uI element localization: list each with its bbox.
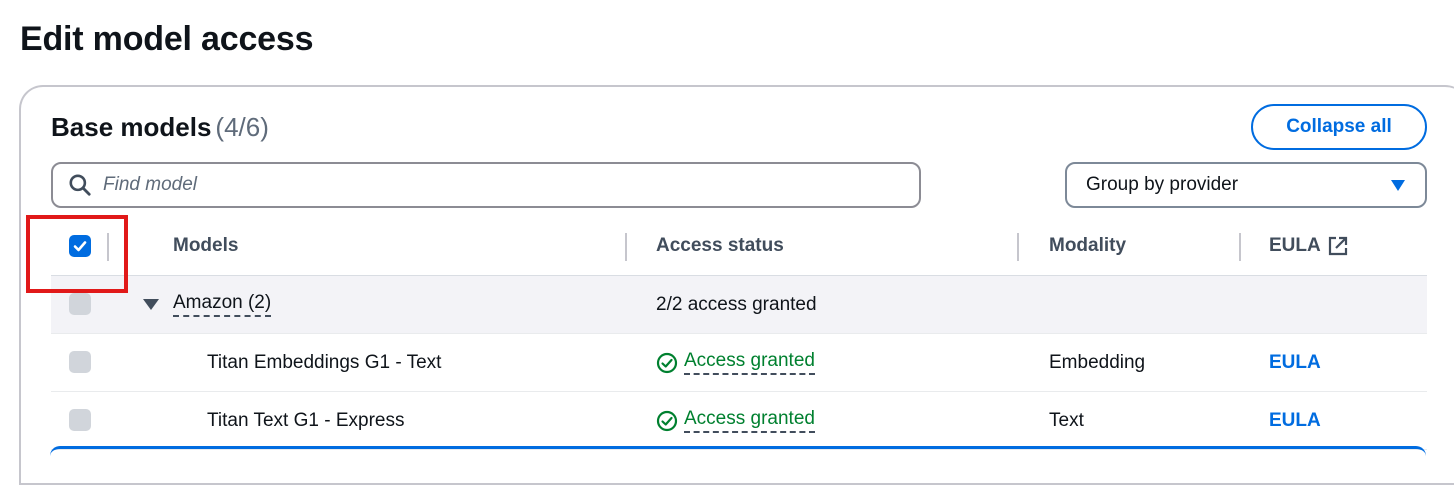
collapse-all-button[interactable]: Collapse all [1251, 104, 1427, 150]
group-checkbox [69, 293, 91, 315]
model-name: Titan Text G1 - Express [207, 409, 405, 431]
section-title-text: Base models [51, 112, 212, 142]
search-icon [69, 174, 91, 196]
page-title: Edit model access [20, 20, 314, 58]
access-status-text: Access granted [684, 350, 815, 375]
table-row: Titan Embeddings G1 - Text Access grante… [51, 334, 1427, 392]
external-link-icon [1328, 236, 1347, 256]
access-status[interactable]: Access granted [656, 334, 815, 391]
search-field[interactable] [51, 162, 921, 208]
check-circle-icon [656, 410, 678, 431]
group-name-text: Amazon (2) [173, 292, 272, 317]
table-group-row[interactable]: Amazon (2) 2/2 access granted [51, 276, 1427, 334]
table-header: Models Access status Modality EULA [51, 217, 1427, 276]
row-checkbox [69, 351, 91, 373]
modality: Embedding [1049, 351, 1146, 373]
base-models-panel: Base models(4/6) Collapse all Group by p… [19, 85, 1454, 485]
column-divider [1017, 233, 1019, 261]
select-all-checkbox[interactable] [69, 235, 91, 257]
caret-down-icon [1391, 179, 1405, 191]
column-divider [1239, 233, 1241, 261]
check-circle-icon [656, 352, 678, 373]
section-title: Base models (4/6) [51, 112, 269, 143]
next-panel-edge [50, 446, 1426, 456]
section-count: (4/6) [215, 112, 269, 142]
group-by-select[interactable]: Group by provider [1065, 162, 1427, 208]
eula-header-label: EULA [1269, 235, 1321, 256]
row-checkbox [69, 409, 91, 431]
group-by-value: Group by provider [1086, 174, 1239, 195]
caret-down-icon [143, 299, 159, 310]
check-icon [73, 241, 87, 252]
access-status-text: Access granted [684, 408, 815, 433]
expand-toggle[interactable] [143, 276, 159, 333]
models-table: Models Access status Modality EULA Amazo… [51, 217, 1427, 450]
eula-link[interactable]: EULA [1269, 334, 1321, 391]
model-name: Titan Embeddings G1 - Text [207, 351, 442, 373]
column-header-models[interactable]: Models [173, 217, 238, 275]
column-divider [625, 233, 627, 261]
search-input[interactable] [101, 173, 905, 197]
column-header-access-status[interactable]: Access status [656, 217, 784, 275]
group-status: 2/2 access granted [656, 293, 817, 315]
column-divider [107, 233, 109, 261]
table-row: Titan Text G1 - Express Access granted T… [51, 392, 1427, 450]
column-header-modality[interactable]: Modality [1049, 217, 1126, 275]
eula-link[interactable]: EULA [1269, 392, 1321, 449]
column-header-eula[interactable]: EULA [1269, 217, 1349, 275]
access-status[interactable]: Access granted [656, 392, 815, 449]
group-name[interactable]: Amazon (2) [173, 276, 272, 333]
modality: Text [1049, 409, 1084, 431]
